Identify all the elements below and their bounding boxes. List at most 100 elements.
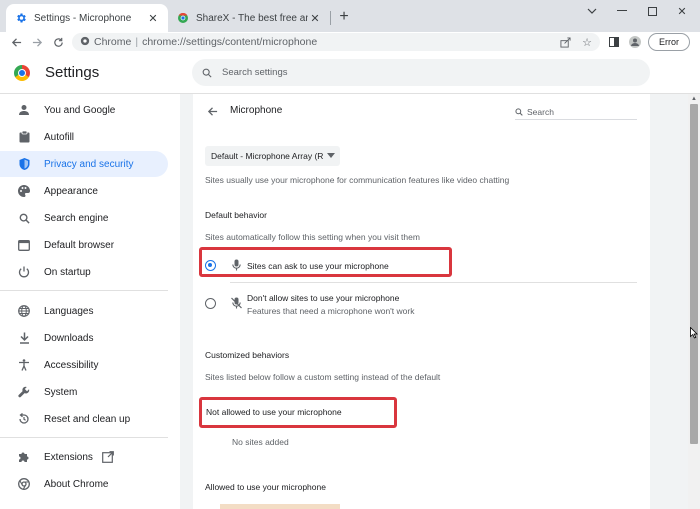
sidebar-item-label: Accessibility [44, 359, 99, 371]
sidebar-item-downloads[interactable]: Downloads [0, 325, 168, 351]
scrollbar-thumb[interactable] [690, 104, 698, 444]
sidepanel-icon[interactable] [605, 33, 623, 51]
back-arrow-icon[interactable] [6, 32, 26, 52]
address-bar[interactable]: Chrome | chrome://settings/content/micro… [72, 33, 600, 51]
search-icon [17, 211, 31, 225]
mouse-cursor-icon [690, 326, 698, 339]
sidebar-item-autofill[interactable]: Autofill [0, 124, 168, 150]
sidebar-item-label: You and Google [44, 104, 116, 116]
option-block-label[interactable]: Don't allow sites to use your microphone [247, 293, 399, 303]
sidebar-item-extensions[interactable]: Extensions [0, 444, 168, 470]
microphone-off-icon [230, 296, 242, 310]
page-title: Settings [45, 64, 100, 81]
back-arrow-icon[interactable] [205, 104, 219, 118]
address-site: Chrome [94, 36, 132, 48]
allowed-heading: Allowed to use your microphone [205, 482, 326, 492]
chrome-icon [80, 36, 90, 49]
person-icon [17, 103, 31, 117]
tab-sharex[interactable]: ShareX - The best free and open ✕ [168, 4, 330, 32]
chrome-icon [17, 477, 31, 491]
default-behavior-heading: Default behavior [205, 210, 267, 220]
sidebar-divider [0, 290, 168, 291]
chevron-down-icon[interactable] [577, 0, 607, 22]
toolbar: Chrome | chrome://settings/content/micro… [0, 32, 700, 52]
address-url: chrome://settings/content/microphone [142, 36, 318, 48]
chevron-down-icon [327, 153, 335, 158]
search-placeholder: Search settings [222, 67, 288, 78]
browser-icon [17, 238, 31, 252]
close-icon[interactable]: ✕ [146, 11, 160, 25]
sidebar-item-label: Downloads [44, 332, 94, 344]
chrome-logo-icon [14, 65, 30, 81]
sidebar-item-label: Appearance [44, 185, 98, 197]
no-sites-text: No sites added [232, 437, 289, 447]
close-icon[interactable]: ✕ [308, 11, 322, 25]
sidebar-item-default-browser[interactable]: Default browser [0, 232, 168, 258]
highlight-box [199, 247, 452, 277]
reload-icon[interactable] [48, 32, 68, 52]
sidebar-item-languages[interactable]: Languages [0, 298, 168, 324]
sidebar-item-accessibility[interactable]: Accessibility [0, 352, 168, 378]
sidebar-item-on-startup[interactable]: On startup [0, 259, 168, 285]
sidebar-item-label: Privacy and security [44, 158, 134, 170]
share-icon[interactable] [556, 33, 574, 51]
section-title: Microphone [230, 105, 283, 116]
shield-icon [17, 157, 31, 171]
tab-settings-microphone[interactable]: Settings - Microphone ✕ [6, 4, 168, 32]
accessibility-icon [17, 358, 31, 372]
window-close-icon[interactable]: ✕ [667, 0, 697, 22]
chrome-icon [176, 11, 190, 25]
sidebar-item-label: Extensions [44, 451, 93, 463]
partial-content-strip [220, 504, 340, 509]
sidebar-item-label: Search engine [44, 212, 109, 224]
wrench-icon [17, 385, 31, 399]
customized-behaviors-heading: Customized behaviors [205, 350, 290, 360]
sidebar-item-appearance[interactable]: Appearance [0, 178, 168, 204]
sidebar-item-about-chrome[interactable]: About Chrome [0, 471, 168, 497]
search-input[interactable]: Search settings [192, 59, 650, 86]
sidebar-divider [0, 437, 168, 438]
intro-text: Sites usually use your microphone for co… [205, 175, 510, 185]
maximize-icon[interactable] [637, 0, 667, 22]
sidebar-item-label: Reset and clean up [44, 413, 131, 425]
reset-icon [17, 412, 31, 426]
globe-icon [17, 304, 31, 318]
tab-title: ShareX - The best free and open [196, 12, 308, 24]
microphone-device-select[interactable]: Default - Microphone Array (R [205, 146, 340, 166]
default-behavior-description: Sites automatically follow this setting … [205, 232, 420, 242]
sidebar-item-search-engine[interactable]: Search engine [0, 205, 168, 231]
sidebar-item-label: Default browser [44, 239, 115, 251]
scroll-up-icon[interactable]: ▲ [688, 94, 700, 104]
sidebar-item-label: Autofill [44, 131, 75, 143]
sidebar-item-reset-and-clean-up[interactable]: Reset and clean up [0, 406, 168, 432]
download-icon [17, 331, 31, 345]
customized-behaviors-description: Sites listed below follow a custom setti… [205, 372, 441, 382]
gear-icon [14, 11, 28, 25]
search-icon [515, 107, 523, 116]
star-icon[interactable]: ☆ [578, 33, 596, 51]
sidebar-item-system[interactable]: System [0, 379, 168, 405]
highlight-box [199, 397, 397, 428]
tab-strip: Settings - Microphone ✕ ShareX - The bes… [0, 0, 700, 32]
search-icon [202, 68, 212, 78]
search-placeholder: Search [527, 106, 554, 117]
forward-arrow-icon[interactable] [27, 32, 47, 52]
settings-header: Settings Search settings [0, 52, 700, 94]
tab-separator [330, 11, 331, 25]
sidebar-item-label: Languages [44, 305, 94, 317]
minimize-icon[interactable] [607, 0, 637, 22]
sidebar-item-label: About Chrome [44, 478, 109, 490]
new-tab-button[interactable]: + [334, 7, 354, 27]
site-search-input[interactable]: Search [515, 104, 637, 120]
sidebar-item-privacy-and-security[interactable]: Privacy and security [0, 151, 168, 177]
power-icon [17, 265, 31, 279]
option-block-sub: Features that need a microphone won't wo… [247, 306, 415, 316]
sidebar-item-you-and-google[interactable]: You and Google [0, 97, 168, 123]
device-select-value: Default - Microphone Array (R [211, 151, 324, 161]
radio-block[interactable] [205, 298, 216, 309]
divider [230, 282, 637, 283]
avatar[interactable] [626, 33, 644, 51]
puzzle-icon [17, 450, 31, 464]
profile-error-button[interactable]: Error [648, 33, 690, 51]
clipboard-icon [17, 130, 31, 144]
